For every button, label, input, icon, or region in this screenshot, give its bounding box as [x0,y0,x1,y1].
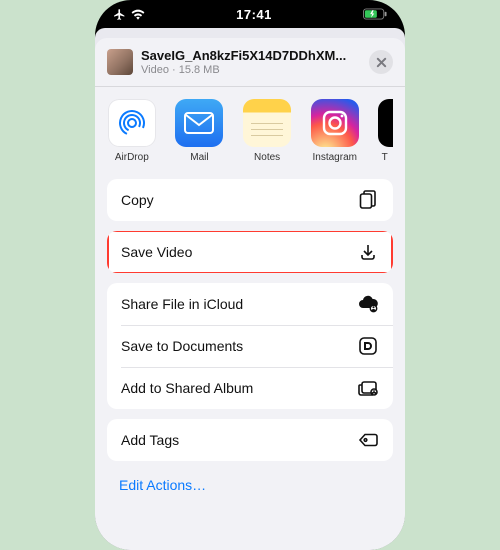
action-card: Copy [107,179,393,221]
action-card: Share File in iCloud Save to Documents A… [107,283,393,409]
documents-icon [357,335,379,357]
actions-list: Copy Save Video Share File in iCloud [95,179,405,461]
app-label: Notes [254,152,280,163]
save-video-card: Save Video [107,231,393,273]
app-label: AirDrop [115,152,149,163]
file-thumbnail [107,49,133,75]
save-video-row[interactable]: Save Video [107,231,393,273]
instagram-icon [311,99,359,147]
add-shared-album-row[interactable]: Add to Shared Album [107,367,393,409]
file-header: SaveIG_An8kzFi5X14D7DDhXM... Video · 15.… [95,48,405,86]
wifi-icon [131,9,145,20]
airdrop-app[interactable]: AirDrop [107,99,157,163]
download-icon [357,241,379,263]
notes-app[interactable]: Notes [242,99,292,163]
close-button[interactable] [369,50,393,74]
row-label: Share File in iCloud [121,296,243,312]
app-label: Instagram [313,152,357,163]
file-subtitle: Video · 15.8 MB [141,64,361,76]
app-row: AirDrop Mail Notes Instagram T [95,87,405,179]
add-tags-row[interactable]: Add Tags [107,419,393,461]
battery-icon [363,8,387,20]
row-label: Save Video [121,244,192,260]
action-card: Add Tags [107,419,393,461]
save-documents-row[interactable]: Save to Documents [107,325,393,367]
notes-icon [243,99,291,147]
tag-icon [357,429,379,451]
file-name: SaveIG_An8kzFi5X14D7DDhXM... [141,48,361,63]
instagram-app[interactable]: Instagram [310,99,360,163]
share-sheet: SaveIG_An8kzFi5X14D7DDhXM... Video · 15.… [95,38,405,550]
row-label: Copy [121,192,154,208]
next-app-partial[interactable]: T [378,99,393,163]
next-app-icon [378,99,393,147]
row-label: Add Tags [121,432,179,448]
icloud-share-icon [357,293,379,315]
row-label: Add to Shared Album [121,380,253,396]
copy-icon [357,189,379,211]
clock: 17:41 [236,7,272,22]
app-label: T [378,152,388,163]
row-label: Save to Documents [121,338,243,354]
copy-row[interactable]: Copy [107,179,393,221]
app-label: Mail [190,152,208,163]
airdrop-icon [108,99,156,147]
shared-album-icon [357,377,379,399]
close-icon [376,57,387,68]
phone-frame: 17:41 SaveIG_An8kzFi5X14D7DDhXM... Video… [95,0,405,550]
share-icloud-row[interactable]: Share File in iCloud [107,283,393,325]
edit-actions-link[interactable]: Edit Actions… [95,471,405,513]
status-bar: 17:41 [95,0,405,28]
mail-app[interactable]: Mail [175,99,225,163]
mail-icon [175,99,223,147]
airplane-mode-icon [113,8,126,21]
